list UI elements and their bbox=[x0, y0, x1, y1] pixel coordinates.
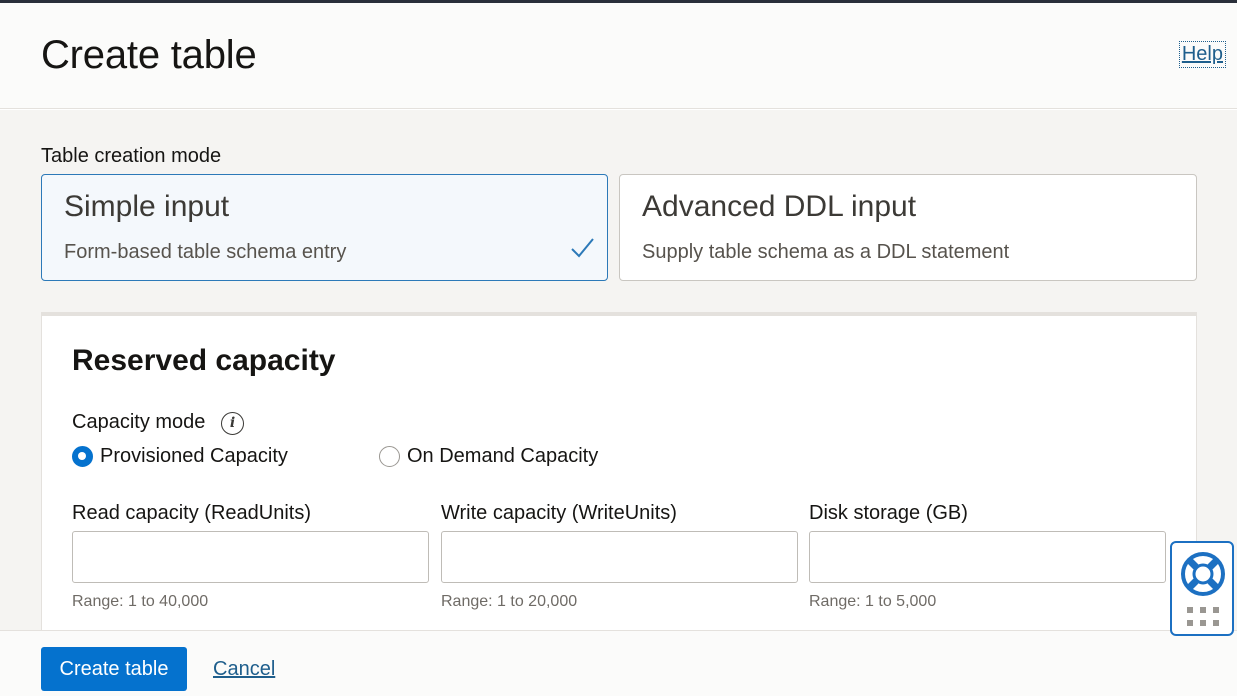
table-creation-mode-label: Table creation mode bbox=[41, 145, 222, 167]
disk-storage-input[interactable] bbox=[809, 531, 1166, 583]
read-capacity-label: Read capacity (ReadUnits) bbox=[72, 502, 311, 524]
radio-unchecked-indicator[interactable] bbox=[379, 445, 400, 467]
help-widget-button[interactable] bbox=[1170, 541, 1234, 636]
disk-storage-label: Disk storage (GB) bbox=[809, 502, 968, 524]
simple-input-description: Form-based table schema entry bbox=[64, 241, 347, 263]
reserved-capacity-title: Reserved capacity bbox=[72, 344, 336, 377]
write-capacity-hint: Range: 1 to 20,000 bbox=[441, 593, 578, 610]
help-link[interactable]: Help bbox=[1178, 41, 1227, 68]
provisioned-capacity-radio[interactable]: Provisioned Capacity bbox=[72, 442, 288, 470]
read-capacity-input[interactable] bbox=[72, 531, 429, 583]
on-demand-capacity-label[interactable]: On Demand Capacity bbox=[407, 445, 598, 468]
cancel-link[interactable]: Cancel bbox=[213, 658, 275, 681]
create-table-button[interactable]: Create table bbox=[41, 647, 187, 691]
advanced-ddl-input-description: Supply table schema as a DDL statement bbox=[642, 241, 1010, 263]
simple-input-card[interactable]: Simple input Form-based table schema ent… bbox=[41, 174, 608, 281]
form-content: Table creation mode Simple input Form-ba… bbox=[0, 110, 1237, 642]
lifebuoy-icon bbox=[1181, 552, 1225, 596]
on-demand-capacity-radio[interactable]: On Demand Capacity bbox=[379, 442, 598, 470]
page-footer: Create table Cancel bbox=[0, 630, 1237, 696]
read-capacity-hint: Range: 1 to 40,000 bbox=[72, 593, 209, 610]
advanced-ddl-input-title: Advanced DDL input bbox=[642, 190, 917, 223]
write-capacity-input[interactable] bbox=[441, 531, 798, 583]
radio-checked-indicator[interactable] bbox=[72, 445, 93, 467]
check-icon bbox=[571, 238, 594, 258]
grid-icon bbox=[1187, 607, 1219, 626]
write-capacity-label: Write capacity (WriteUnits) bbox=[441, 502, 677, 524]
disk-storage-hint: Range: 1 to 5,000 bbox=[809, 593, 937, 610]
capacity-mode-label: Capacity mode bbox=[72, 411, 206, 433]
reserved-capacity-panel: Reserved capacity Capacity mode i Provis… bbox=[41, 312, 1197, 642]
simple-input-title: Simple input bbox=[64, 190, 230, 223]
page-header: Create table Help bbox=[0, 3, 1237, 109]
advanced-ddl-input-card[interactable]: Advanced DDL input Supply table schema a… bbox=[619, 174, 1197, 281]
info-icon[interactable]: i bbox=[221, 412, 244, 435]
page-title: Create table bbox=[41, 33, 257, 77]
provisioned-capacity-label[interactable]: Provisioned Capacity bbox=[100, 445, 288, 468]
